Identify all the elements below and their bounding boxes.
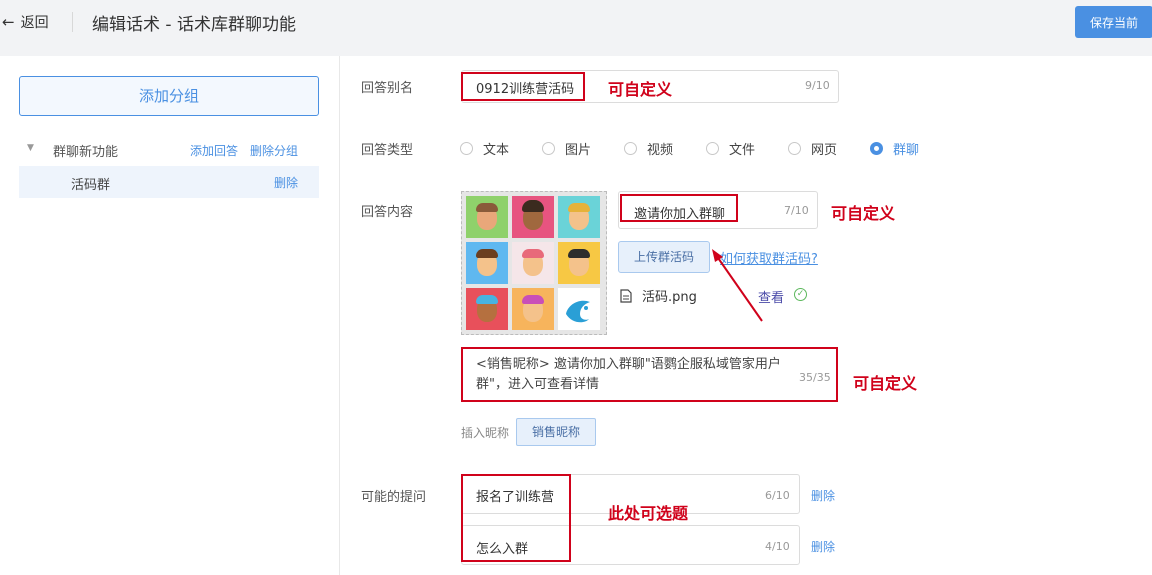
upload-qrcode-button[interactable]: 上传群活码: [618, 241, 710, 273]
radio-circle[interactable]: [624, 142, 637, 155]
top-bar: ← 返回 编辑话术 - 话术库群聊功能 保存当前: [0, 0, 1152, 56]
delete-item-link[interactable]: 删除: [274, 174, 298, 191]
bird-logo-icon: [566, 300, 590, 323]
header-divider: [72, 12, 73, 32]
insert-nickname-label: 插入昵称: [461, 426, 510, 440]
delete-question-link[interactable]: 删除: [811, 487, 835, 504]
avatar-tile: [512, 288, 554, 330]
group-row[interactable]: ▼ 群聊新功能 添加回答 删除分组: [19, 134, 319, 166]
uploaded-file: 活码.png: [620, 286, 697, 305]
save-button[interactable]: 保存当前: [1075, 6, 1152, 38]
sales-nickname-button[interactable]: 销售昵称: [516, 418, 596, 446]
annotation-text: 此处可选题: [608, 504, 689, 523]
file-icon: [620, 288, 632, 303]
radio-circle[interactable]: [542, 142, 555, 155]
back-button[interactable]: ← 返回: [2, 12, 49, 32]
qr-code-image[interactable]: [461, 191, 607, 335]
avatar-tile: [512, 242, 554, 284]
content-label: 回答内容: [361, 205, 414, 220]
message-value: <销售昵称> 邀请你加入群聊"语鹦企服私域管家用户群"，进入可查看详情: [476, 357, 781, 392]
group-name-count: 7/10: [784, 204, 809, 217]
caret-down-icon[interactable]: ▼: [27, 143, 34, 153]
message-count: 35/35: [799, 371, 831, 384]
radio-text[interactable]: 文本: [460, 139, 509, 158]
radio-circle[interactable]: [788, 142, 801, 155]
question-count: 6/10: [765, 489, 790, 502]
avatar-tile: [466, 242, 508, 284]
radio-label: 图片: [565, 143, 592, 158]
radio-file[interactable]: 文件: [706, 139, 755, 158]
delete-question-link[interactable]: 删除: [811, 538, 835, 555]
file-name: 活码.png: [642, 290, 697, 305]
radio-image[interactable]: 图片: [542, 139, 591, 158]
alias-value: 0912训练营活码: [476, 82, 575, 97]
arrow-annotation-icon: [712, 249, 763, 322]
radio-video[interactable]: 视频: [624, 139, 673, 158]
annotation-text: 可自定义: [831, 204, 896, 223]
question-count: 4/10: [765, 540, 790, 553]
annotation-text: 可自定义: [853, 374, 918, 393]
alias-label: 回答别名: [361, 81, 414, 96]
alias-count: 9/10: [805, 79, 830, 92]
avatar-tile: [558, 242, 600, 284]
delete-group-link[interactable]: 删除分组: [250, 142, 298, 159]
avatar-tile: [466, 288, 508, 330]
radio-label: 文件: [729, 143, 756, 158]
avatar-tile: [512, 196, 554, 238]
back-label: 返回: [20, 15, 49, 31]
panel-divider: [339, 56, 340, 575]
highlight-box: [461, 474, 571, 562]
arrow-left-icon: ←: [2, 13, 15, 31]
radio-circle-selected[interactable]: [870, 142, 883, 155]
check-circle-icon: ✓: [794, 288, 807, 301]
avatar-tile: [558, 196, 600, 238]
group-name: 群聊新功能: [53, 145, 119, 160]
brand-logo-tile: [558, 288, 600, 330]
add-reply-link[interactable]: 添加回答: [190, 142, 238, 159]
type-label: 回答类型: [361, 143, 414, 158]
add-group-button[interactable]: 添加分组: [19, 76, 319, 116]
radio-webpage[interactable]: 网页: [788, 139, 837, 158]
questions-label: 可能的提问: [361, 490, 427, 505]
avatar-tile: [466, 196, 508, 238]
radio-label: 网页: [811, 143, 838, 158]
group-name-value: 邀请你加入群聊: [634, 207, 726, 222]
radio-label: 视频: [647, 143, 674, 158]
radio-circle[interactable]: [706, 142, 719, 155]
page-title: 编辑话术 - 话术库群聊功能: [92, 15, 296, 35]
radio-label: 文本: [483, 143, 510, 158]
annotation-text: 可自定义: [608, 80, 673, 99]
sidebar-item-label: 活码群: [71, 178, 111, 193]
radio-label: 群聊: [893, 143, 920, 158]
sidebar-item-qrcode-group[interactable]: 活码群 删除: [19, 166, 319, 198]
radio-circle[interactable]: [460, 142, 473, 155]
radio-group-chat[interactable]: 群聊: [870, 139, 919, 158]
